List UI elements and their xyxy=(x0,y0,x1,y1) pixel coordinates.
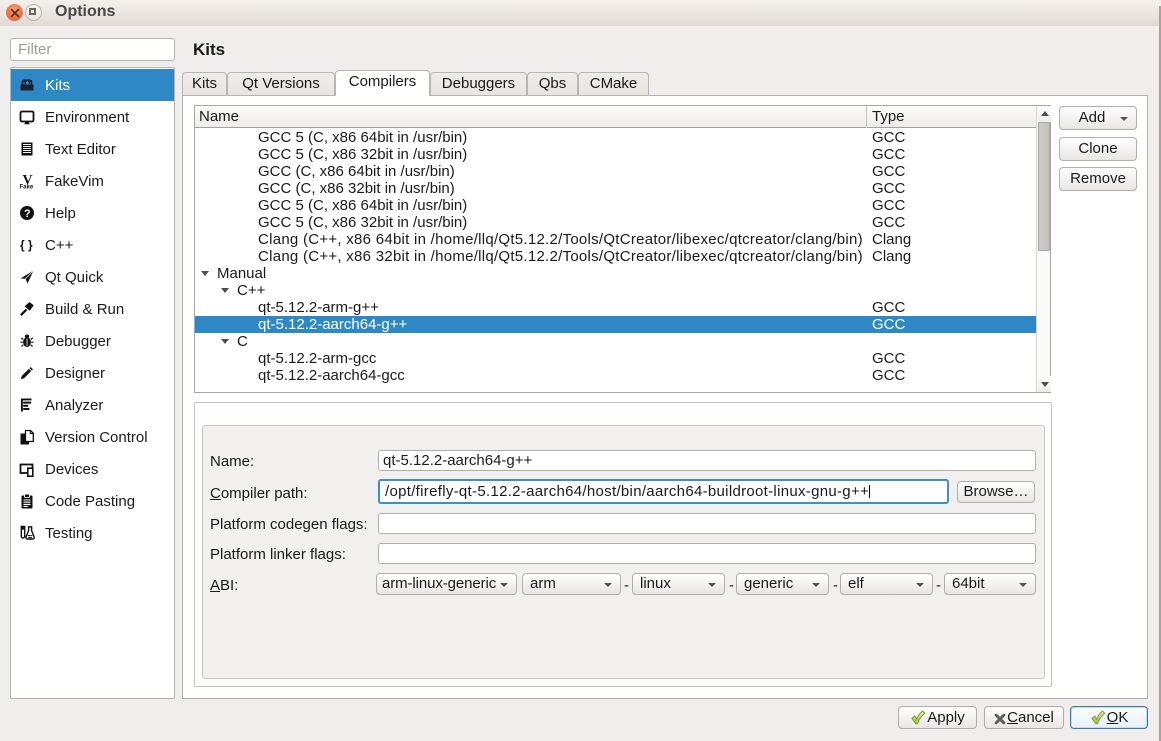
svg-text:Fake: Fake xyxy=(20,185,34,190)
svg-text:?: ? xyxy=(24,208,31,220)
svg-text:{ }: { } xyxy=(20,238,33,252)
